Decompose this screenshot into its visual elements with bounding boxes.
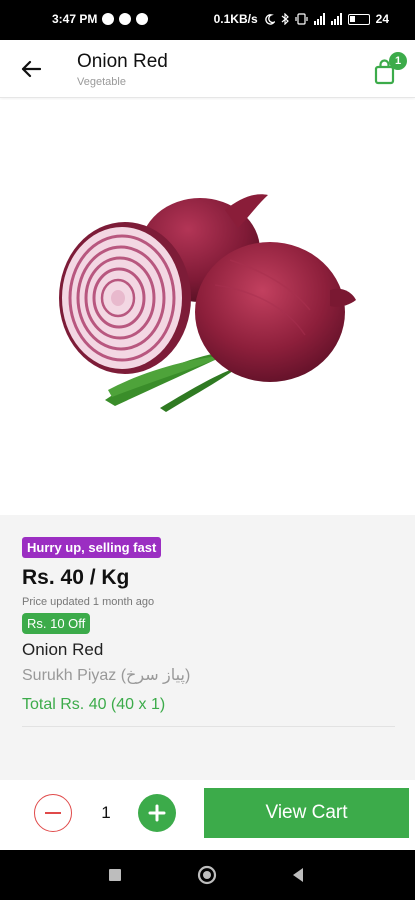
triangle-back-icon <box>293 868 303 882</box>
discount-badge: Rs. 10 Off <box>22 613 91 634</box>
app-header: Onion Red Vegetable 1 <box>0 40 415 98</box>
divider <box>22 726 395 727</box>
network-speed: 0.1KB/s <box>213 12 258 26</box>
battery-level: 24 <box>375 12 389 26</box>
navigation-bar <box>0 850 415 900</box>
status-time: 3:47 PM <box>52 12 98 26</box>
product-price: Rs. 40 / Kg <box>22 566 130 589</box>
cart-count-badge: 1 <box>389 52 407 70</box>
facebook-icon <box>136 13 149 25</box>
page-title: Onion Red <box>77 51 168 72</box>
quantity-value: 1 <box>101 803 111 822</box>
home-button[interactable] <box>197 865 217 890</box>
moon-icon <box>264 13 275 25</box>
back-button[interactable] <box>18 56 44 82</box>
back-nav-button[interactable] <box>291 867 305 888</box>
status-bar: 3:47 PM 0.1KB/s 24 <box>0 0 415 40</box>
arrow-left-icon <box>21 60 41 78</box>
product-local-name: Surukh Piyaz (پیاز سرخ) <box>22 667 191 684</box>
square-icon <box>109 869 121 881</box>
total-price: Total Rs. 40 (40 x 1) <box>22 696 166 713</box>
notification-icon <box>102 13 115 25</box>
status-right: 0.1KB/s 24 <box>214 12 389 26</box>
urgency-badge: Hurry up, selling fast <box>22 537 162 558</box>
price-updated-text: Price updated 1 month ago <box>22 596 155 608</box>
plus-icon <box>148 804 166 822</box>
product-name: Onion Red <box>22 640 104 659</box>
action-bar: 1 View Cart <box>0 780 415 850</box>
minus-icon <box>45 811 61 815</box>
view-cart-button[interactable]: View Cart <box>204 788 409 838</box>
cart-button[interactable]: 1 <box>373 52 407 86</box>
product-image <box>0 100 415 515</box>
signal-icon <box>313 13 325 25</box>
product-details: Hurry up, selling fast Rs. 40 / Kg Price… <box>0 515 415 780</box>
status-left: 3:47 PM <box>52 12 149 26</box>
page-subtitle: Vegetable <box>77 76 126 88</box>
recent-apps-button[interactable] <box>108 868 122 887</box>
vibrate-icon <box>295 13 308 25</box>
onion-illustration <box>59 194 356 412</box>
app-notification-icon <box>119 13 132 25</box>
battery-icon <box>347 13 370 25</box>
circle-icon <box>197 865 217 885</box>
bluetooth-icon <box>281 13 289 25</box>
decrease-quantity-button[interactable] <box>34 794 72 832</box>
signal-4g-icon <box>330 13 342 25</box>
increase-quantity-button[interactable] <box>138 794 176 832</box>
